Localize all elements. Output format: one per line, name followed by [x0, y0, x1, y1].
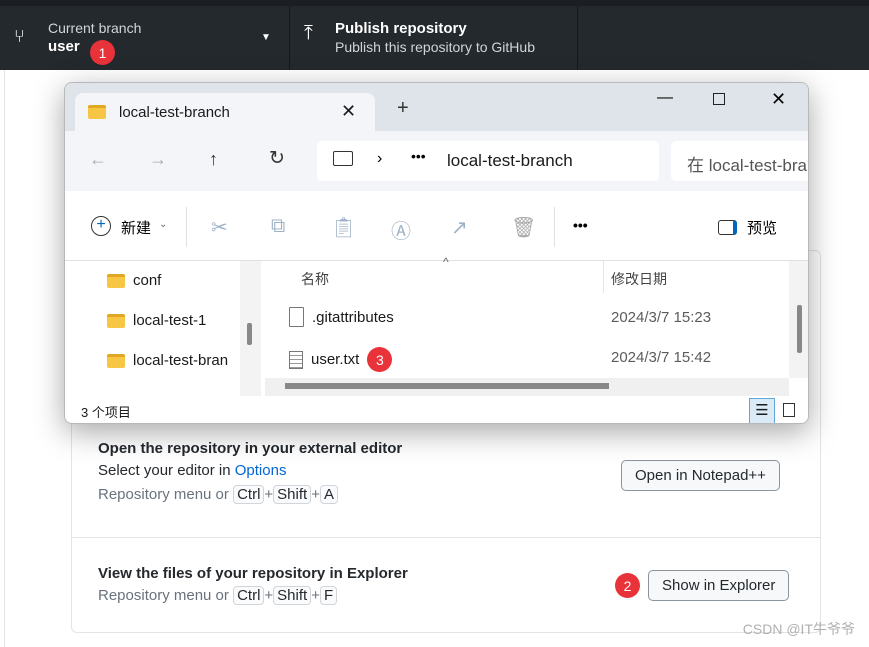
- watermark: CSDN @IT牛爷爷: [742, 621, 855, 637]
- editor-hint: Repository menu or: [98, 486, 229, 503]
- maximize-button[interactable]: [713, 93, 725, 105]
- file-explorer-window: local-test-branch ✕ + — ✕ ← → ↑ ↻ › ••• …: [64, 82, 809, 424]
- column-divider: [603, 261, 604, 293]
- address-text: local-test-branch: [447, 151, 573, 170]
- sort-ascending-icon: ^: [443, 255, 449, 269]
- column-header-date[interactable]: 修改日期: [611, 269, 667, 289]
- new-button[interactable]: 新建: [121, 217, 151, 238]
- divider: [554, 207, 555, 247]
- current-branch-button[interactable]: ⑂ Current branch user 1 ▼: [0, 6, 290, 70]
- paste-icon[interactable]: 📋︎: [331, 215, 356, 240]
- explorer-row: View the files of your repository in Exp…: [98, 565, 408, 605]
- horizontal-scrollbar[interactable]: [265, 378, 789, 396]
- file-list: ^ 名称 修改日期 .gitattributes 2024/3/7 15:23 …: [261, 255, 808, 396]
- file-date: 2024/3/7 15:23: [611, 309, 712, 326]
- nav-item-conf[interactable]: conf: [107, 272, 161, 289]
- key-f: F: [319, 586, 338, 605]
- share-icon[interactable]: ↗: [451, 215, 468, 240]
- preview-pane-icon: [718, 220, 737, 235]
- editor-sub: Select your editor in: [98, 462, 235, 479]
- up-button[interactable]: ↑: [209, 149, 218, 170]
- annotation-badge: 2: [615, 573, 640, 598]
- file-name: .gitattributes: [312, 308, 394, 326]
- top-bar: ⑂ Current branch user 1 ▼ ⤒ Publish repo…: [0, 0, 869, 70]
- branch-label: Current branch: [48, 20, 142, 36]
- editor-title: Open the repository in your external edi…: [98, 440, 403, 457]
- branch-name: user: [48, 38, 80, 55]
- key-shift: Shift: [273, 586, 312, 605]
- key-ctrl: Ctrl: [233, 485, 265, 504]
- plus-circle-icon: +: [91, 216, 111, 236]
- tab-local-test-branch[interactable]: local-test-branch ✕: [75, 93, 375, 131]
- divider: [72, 537, 820, 538]
- explorer-hint: Repository menu or: [98, 587, 229, 604]
- file-name: user.txt: [311, 351, 360, 368]
- nav-scrollbar[interactable]: [240, 261, 261, 396]
- folder-icon: [88, 105, 106, 119]
- publish-repository-button[interactable]: ⤒ Publish repository Publish this reposi…: [290, 6, 578, 70]
- column-header-name[interactable]: 名称: [301, 269, 329, 289]
- new-tab-button[interactable]: +: [397, 97, 409, 120]
- publish-subtitle: Publish this repository to GitHub: [335, 39, 535, 55]
- command-bar: + 新建 ⌄ ✂ ⧉ 📋︎ Ⓐ ↗ 🗑︎ ••• 预览: [65, 191, 808, 261]
- publish-title: Publish repository: [335, 20, 467, 37]
- chevron-down-icon: ⌄: [159, 219, 168, 230]
- branch-icon: ⑂: [14, 26, 25, 46]
- computer-icon: [333, 151, 353, 166]
- file-row[interactable]: user.txt 3: [289, 347, 393, 372]
- more-path-icon[interactable]: •••: [411, 148, 426, 164]
- nav-item-local-test-branch[interactable]: local-test-bran: [107, 352, 228, 369]
- nav-item-local-test-1[interactable]: local-test-1: [107, 312, 206, 329]
- close-tab-icon[interactable]: ✕: [341, 101, 356, 122]
- file-date: 2024/3/7 15:42: [611, 349, 712, 366]
- editor-row: Open the repository in your external edi…: [98, 440, 403, 504]
- title-bar: local-test-branch ✕ + — ✕: [65, 83, 808, 131]
- vertical-scrollbar[interactable]: [789, 261, 808, 378]
- left-divider: [0, 70, 5, 647]
- key-shift: Shift: [273, 485, 312, 504]
- rename-icon[interactable]: Ⓐ: [391, 215, 411, 244]
- file-row[interactable]: .gitattributes: [289, 307, 394, 327]
- folder-icon: [107, 274, 125, 289]
- divider: [186, 207, 187, 247]
- minimize-button[interactable]: —: [657, 89, 673, 107]
- text-file-icon: [289, 350, 303, 369]
- show-in-explorer-button[interactable]: Show in Explorer: [648, 570, 790, 601]
- key-ctrl: Ctrl: [233, 586, 265, 605]
- open-in-editor-button[interactable]: Open in Notepad++: [621, 460, 780, 491]
- copy-icon[interactable]: ⧉: [271, 215, 285, 238]
- navigation-pane: conf local-test-1 local-test-bran: [65, 261, 261, 396]
- details-view-button[interactable]: ☰: [749, 398, 775, 423]
- upload-icon: ⤒: [304, 22, 313, 44]
- key-a: A: [319, 485, 338, 504]
- annotation-badge: 1: [90, 40, 115, 65]
- close-window-button[interactable]: ✕: [771, 89, 786, 110]
- back-button[interactable]: ←: [89, 149, 107, 170]
- file-icon: [289, 307, 304, 327]
- tab-title: local-test-branch: [119, 104, 230, 121]
- status-bar: 3 个项目 ☰: [65, 396, 808, 423]
- chevron-right-icon: ›: [377, 150, 383, 167]
- preview-button[interactable]: 预览: [747, 217, 777, 238]
- navigation-bar: ← → ↑ ↻ › ••• local-test-branch 在 local-…: [65, 131, 808, 191]
- folder-icon: [107, 314, 125, 329]
- cut-icon[interactable]: ✂: [211, 215, 228, 240]
- refresh-button[interactable]: ↻: [269, 147, 285, 170]
- address-bar[interactable]: › ••• local-test-branch: [317, 141, 659, 181]
- folder-icon: [107, 354, 125, 369]
- forward-button[interactable]: →: [149, 149, 167, 170]
- options-link[interactable]: Options: [235, 462, 287, 479]
- delete-icon[interactable]: 🗑︎: [511, 215, 536, 240]
- more-options-button[interactable]: •••: [573, 217, 588, 233]
- search-input[interactable]: 在 local-test-bra: [671, 141, 808, 181]
- chevron-down-icon: ▼: [261, 32, 271, 43]
- item-count: 3 个项目: [81, 405, 131, 420]
- explorer-title: View the files of your repository in Exp…: [98, 565, 408, 582]
- annotation-badge: 3: [367, 347, 393, 372]
- tiles-view-button[interactable]: [783, 403, 795, 417]
